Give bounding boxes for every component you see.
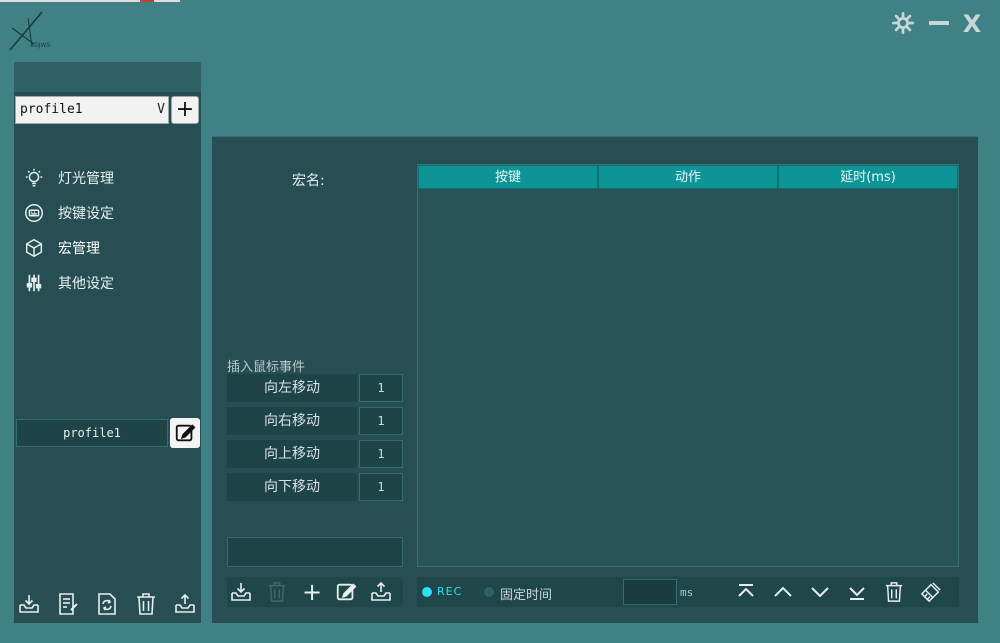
chevron-down-icon: V (157, 102, 165, 117)
settings-icon[interactable] (890, 10, 916, 36)
insert-mouse-event-label: 插入鼠标事件 (227, 360, 306, 375)
fixed-time-label: 固定时间 (500, 588, 553, 603)
title-strip-accent (140, 0, 154, 2)
import-macro-button[interactable] (228, 579, 254, 605)
sidebar-item-label: 按键设定 (58, 206, 114, 222)
export-button[interactable] (171, 590, 199, 618)
delete-profile-button[interactable] (132, 590, 160, 618)
import-button[interactable] (15, 590, 43, 618)
refresh-button[interactable] (93, 590, 121, 618)
document-button[interactable] (54, 590, 82, 618)
sidebar (14, 62, 201, 623)
edit-profile-button[interactable] (170, 418, 200, 448)
move-down-button[interactable]: 向下移动 (227, 473, 357, 501)
move-down-value[interactable]: 1 (359, 473, 403, 501)
move-up-icon[interactable] (770, 579, 796, 605)
sidebar-item-lighting[interactable]: 灯光管理 (22, 166, 192, 190)
sidebar-item-label: 灯光管理 (58, 171, 114, 187)
clear-events-icon[interactable] (918, 579, 944, 605)
sidebar-header (14, 62, 201, 92)
move-up-button[interactable]: 向上移动 (227, 440, 357, 468)
macro-events-table[interactable] (417, 164, 959, 567)
macro-name-label: 宏名: (292, 173, 325, 189)
sidebar-item-macro[interactable]: 宏管理 (22, 236, 192, 260)
sidebar-item-label: 宏管理 (58, 241, 100, 257)
profile-select-value: profile1 (20, 102, 83, 117)
cube-icon (22, 236, 46, 260)
delete-macro-button[interactable] (264, 579, 290, 605)
move-to-top-icon[interactable] (733, 579, 759, 605)
add-macro-button[interactable]: + (299, 578, 325, 606)
export-macro-button[interactable] (368, 579, 394, 605)
sidebar-item-keys[interactable]: 按键设定 (22, 201, 192, 225)
edit-macro-button[interactable] (333, 579, 359, 605)
add-profile-button[interactable]: + (171, 96, 199, 124)
column-header-action: 动作 (598, 165, 778, 189)
rec-radio[interactable] (422, 587, 432, 597)
fixed-delay-input[interactable] (623, 579, 677, 605)
sidebar-item-label: 其他设定 (58, 276, 114, 292)
move-right-value[interactable]: 1 (359, 407, 403, 435)
profile-name-field[interactable]: profile1 (16, 419, 168, 447)
sidebar-item-other[interactable]: 其他设定 (22, 271, 192, 295)
keyboard-icon (22, 201, 46, 225)
column-header-delay: 延时(ms) (778, 165, 958, 189)
delete-event-icon[interactable] (881, 579, 907, 605)
close-button[interactable]: X (958, 10, 986, 38)
sliders-icon (22, 271, 46, 295)
lightbulb-icon (22, 166, 46, 190)
column-header-key: 按键 (418, 165, 598, 189)
profile-select[interactable]: profile1 V (15, 96, 169, 124)
fixed-time-radio[interactable] (484, 587, 494, 597)
macro-name-input[interactable] (227, 537, 403, 567)
move-down-icon[interactable] (807, 579, 833, 605)
ms-unit-label: ms (680, 586, 694, 599)
move-to-bottom-icon[interactable] (844, 579, 870, 605)
app-window: XGJWS X profile1 V + 灯光管理 按键设定 宏管理 其他设定 (0, 0, 1000, 643)
minimize-button[interactable] (926, 10, 952, 36)
move-up-value[interactable]: 1 (359, 440, 403, 468)
move-left-button[interactable]: 向左移动 (227, 374, 357, 402)
rec-label: REC (437, 585, 463, 598)
move-right-button[interactable]: 向右移动 (227, 407, 357, 435)
move-left-value[interactable]: 1 (359, 374, 403, 402)
logo-text: XGJWS (30, 42, 51, 49)
